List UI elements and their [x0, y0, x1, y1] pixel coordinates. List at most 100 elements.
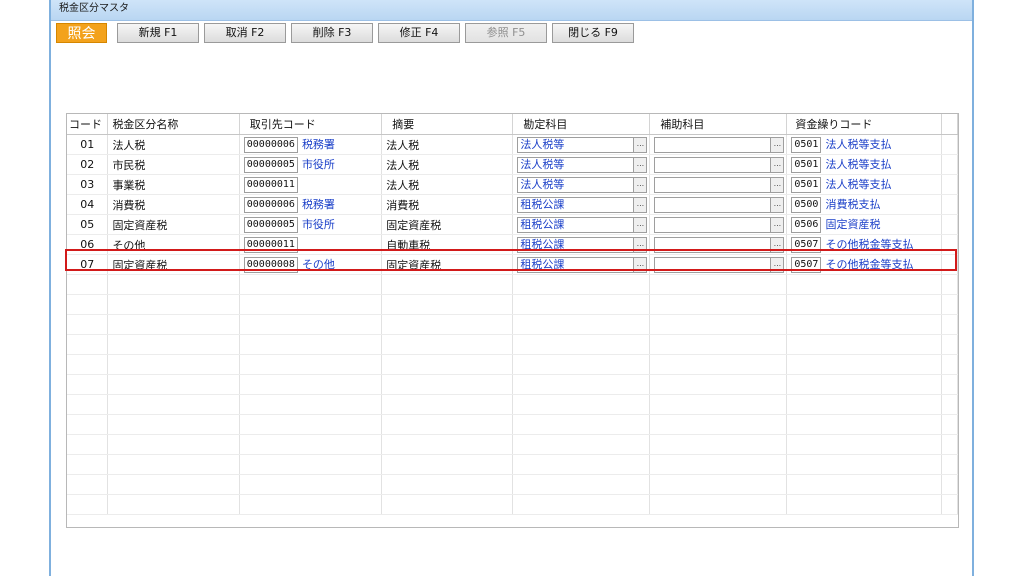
sub-account-lookup-button[interactable]: ... — [770, 197, 784, 212]
table-row[interactable] — [67, 294, 958, 315]
account-lookup-button[interactable]: ... — [633, 177, 647, 192]
table-row[interactable] — [67, 414, 958, 435]
sub-account-field[interactable]: ... — [654, 136, 785, 153]
cash-code-name: 固定資産税 — [825, 218, 881, 231]
sub-account-lookup-button[interactable]: ... — [770, 137, 784, 152]
table-row[interactable]: 05 固定資産税 00000005 市役所 固定資産税 租税公課...... 0506 固定資… — [67, 214, 958, 235]
account-field[interactable]: 租税公課... — [517, 256, 648, 273]
empty-summary — [381, 294, 514, 315]
row-cash-code[interactable]: 0506 固定資産税 — [786, 214, 943, 235]
cancel-button[interactable]: 取消 F2 — [204, 23, 286, 43]
table-row[interactable]: 04 消費税 00000006 税務署 消費税 租税公課...... 0500 消費税支払 — [67, 194, 958, 215]
row-sub-account[interactable]: ... — [649, 214, 788, 235]
row-partner[interactable]: 00000008 その他 — [239, 254, 383, 275]
row-account[interactable]: 法人税等... — [512, 134, 651, 155]
sub-account-lookup-button[interactable]: ... — [770, 177, 784, 192]
row-spacer — [941, 234, 958, 255]
row-summary: 法人税 — [381, 154, 514, 175]
account-lookup-button[interactable]: ... — [633, 217, 647, 232]
row-cash-code[interactable]: 0500 消費税支払 — [786, 194, 943, 215]
sub-account-field[interactable]: ... — [654, 216, 785, 233]
row-sub-account[interactable]: ... — [649, 154, 788, 175]
header-tax-name: 税金区分名称 — [107, 114, 240, 135]
sub-account-field[interactable]: ... — [654, 236, 785, 253]
account-field[interactable]: 法人税等... — [517, 136, 648, 153]
row-account[interactable]: 法人税等... — [512, 154, 651, 175]
edit-button[interactable]: 修正 F4 — [378, 23, 460, 43]
row-account[interactable]: 租税公課... — [512, 214, 651, 235]
sub-account-lookup-button[interactable]: ... — [770, 257, 784, 272]
table-row[interactable] — [67, 314, 958, 335]
sub-account-field[interactable]: ... — [654, 176, 785, 193]
delete-button[interactable]: 削除 F3 — [291, 23, 373, 43]
sub-account-lookup-button[interactable]: ... — [770, 157, 784, 172]
sub-account-field-value — [655, 158, 657, 171]
empty-account — [512, 334, 651, 355]
row-sub-account[interactable]: ... — [649, 254, 788, 275]
table-row[interactable]: 02 市民税 00000005 市役所 法人税 法人税等...... 0501 法人税等支払 — [67, 154, 958, 175]
row-partner[interactable]: 00000005 市役所 — [239, 214, 383, 235]
cash-code-name: その他税金等支払 — [825, 258, 914, 271]
table-row[interactable]: 06 その他 00000011 自動車税 租税公課...... 0507 その他税金等支払 — [67, 234, 958, 255]
account-lookup-button[interactable]: ... — [633, 237, 647, 252]
account-field[interactable]: 租税公課... — [517, 196, 648, 213]
row-partner[interactable]: 00000006 税務署 — [239, 134, 383, 155]
table-row[interactable]: 07 固定資産税 00000008 その他 固定資産税 租税公課...... 0507 その他… — [67, 254, 958, 275]
table-row[interactable] — [67, 394, 958, 415]
row-partner[interactable]: 00000011 — [239, 234, 383, 255]
table-row[interactable] — [67, 374, 958, 395]
row-cash-code[interactable]: 0507 その他税金等支払 — [786, 254, 943, 275]
table-row[interactable]: 03 事業税 00000011 法人税 法人税等...... 0501 法人税等支払 — [67, 174, 958, 195]
sub-account-field[interactable]: ... — [654, 256, 785, 273]
row-sub-account[interactable]: ... — [649, 234, 788, 255]
row-sub-account[interactable]: ... — [649, 134, 788, 155]
table-row[interactable] — [67, 474, 958, 495]
sub-account-lookup-button[interactable]: ... — [770, 237, 784, 252]
table-row[interactable] — [67, 354, 958, 375]
table-row[interactable] — [67, 274, 958, 295]
table-row[interactable]: 01 法人税 00000006 税務署 法人税 法人税等...... 0501 法人税等支払 — [67, 134, 958, 155]
row-partner[interactable]: 00000006 税務署 — [239, 194, 383, 215]
table-row[interactable] — [67, 454, 958, 475]
account-lookup-button[interactable]: ... — [633, 157, 647, 172]
row-cash-code[interactable]: 0501 法人税等支払 — [786, 154, 943, 175]
empty-cash-code — [786, 334, 943, 355]
empty-summary — [381, 334, 514, 355]
row-account[interactable]: 法人税等... — [512, 174, 651, 195]
row-summary: 法人税 — [381, 134, 514, 155]
sub-account-field[interactable]: ... — [654, 196, 785, 213]
close-button[interactable]: 閉じる F9 — [552, 23, 634, 43]
account-field-value: 租税公課 — [520, 217, 565, 231]
row-partner[interactable]: 00000011 — [239, 174, 383, 195]
account-field[interactable]: 租税公課... — [517, 236, 648, 253]
row-account[interactable]: 租税公課... — [512, 254, 651, 275]
partner-code-field: 00000006 — [243, 197, 298, 213]
row-spacer — [941, 274, 958, 295]
empty-code — [67, 474, 109, 495]
new-button[interactable]: 新規 F1 — [117, 23, 199, 43]
row-sub-account[interactable]: ... — [649, 194, 788, 215]
account-field[interactable]: 租税公課... — [517, 216, 648, 233]
empty-account — [512, 394, 651, 415]
row-spacer — [941, 194, 958, 215]
sub-account-field[interactable]: ... — [654, 156, 785, 173]
row-partner[interactable]: 00000005 市役所 — [239, 154, 383, 175]
account-lookup-button[interactable]: ... — [633, 137, 647, 152]
table-row[interactable] — [67, 494, 958, 515]
account-lookup-button[interactable]: ... — [633, 257, 647, 272]
account-field[interactable]: 法人税等... — [517, 176, 648, 193]
sub-account-lookup-button[interactable]: ... — [770, 217, 784, 232]
row-cash-code[interactable]: 0507 その他税金等支払 — [786, 234, 943, 255]
row-code: 07 — [67, 254, 109, 275]
row-cash-code[interactable]: 0501 法人税等支払 — [786, 134, 943, 155]
row-sub-account[interactable]: ... — [649, 174, 788, 195]
empty-cash-code — [786, 374, 943, 395]
account-field[interactable]: 法人税等... — [517, 156, 648, 173]
table-row[interactable] — [67, 434, 958, 455]
row-cash-code[interactable]: 0501 法人税等支払 — [786, 174, 943, 195]
account-lookup-button[interactable]: ... — [633, 197, 647, 212]
row-account[interactable]: 租税公課... — [512, 234, 651, 255]
reference-button[interactable]: 参照 F5 — [465, 23, 547, 43]
row-account[interactable]: 租税公課... — [512, 194, 651, 215]
table-row[interactable] — [67, 334, 958, 355]
